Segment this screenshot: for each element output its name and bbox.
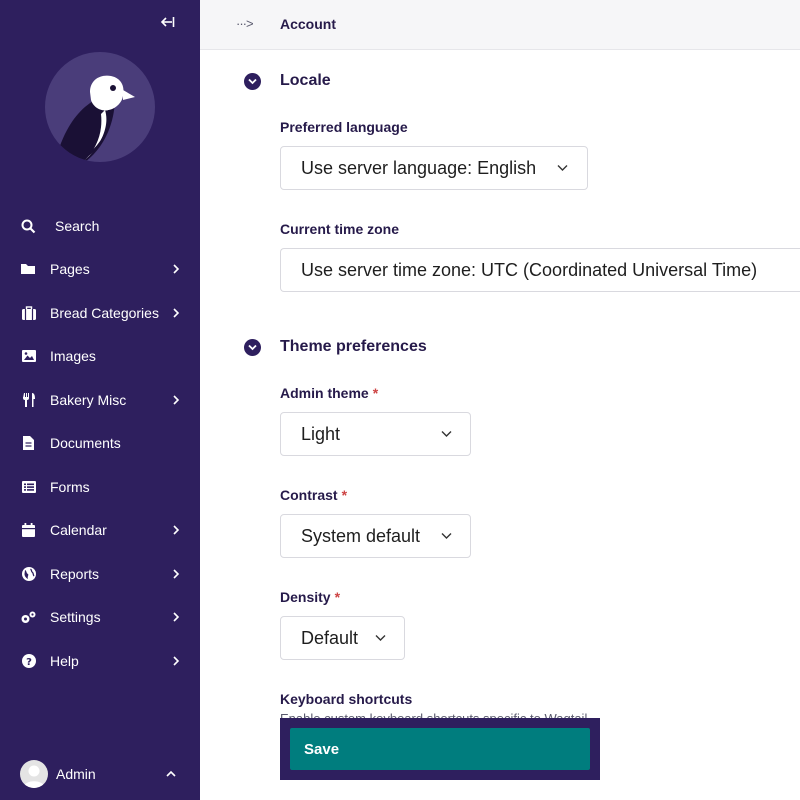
chevron-down-icon xyxy=(441,431,452,437)
folder-icon xyxy=(20,261,37,278)
help-icon: ? xyxy=(20,653,37,670)
list-icon xyxy=(20,479,37,496)
breadcrumb-toggle[interactable]: ···> xyxy=(236,16,254,31)
avatar xyxy=(20,760,48,788)
sidebar-item-label: Search xyxy=(55,218,100,234)
account-name: Admin xyxy=(56,766,96,782)
chevron-right-icon xyxy=(173,525,180,535)
admin-theme-select[interactable]: Light xyxy=(280,412,471,456)
sidebar-item-label: Images xyxy=(50,348,96,364)
theme-section-toggle[interactable] xyxy=(244,339,261,356)
chevron-up-icon xyxy=(166,770,176,777)
suitcase-icon xyxy=(20,305,37,322)
utensils-icon xyxy=(20,392,37,409)
chevron-right-icon xyxy=(173,612,180,622)
sidebar-item-label: Reports xyxy=(50,566,100,582)
chevron-right-icon xyxy=(173,264,180,274)
chevron-right-icon xyxy=(173,569,180,579)
sidebar-item-calendar[interactable]: Calendar xyxy=(0,510,200,550)
save-button[interactable]: Save xyxy=(290,728,590,770)
wagtail-bird-icon xyxy=(55,75,135,162)
time-zone-label: Current time zone xyxy=(280,221,400,237)
locale-section-title: Locale xyxy=(280,72,331,89)
chevron-down-icon xyxy=(441,533,452,539)
locale-section-toggle[interactable] xyxy=(244,73,261,90)
sidebar-item-label: Settings xyxy=(50,609,101,625)
select-value: System default xyxy=(301,526,421,546)
time-zone-select[interactable]: Use server time zone: UTC (Coordinated U… xyxy=(280,248,800,292)
chevron-right-icon xyxy=(173,656,180,666)
sidebar-item-bakery-misc[interactable]: Bakery Misc xyxy=(0,380,200,420)
keyboard-shortcuts-label: Keyboard shortcuts xyxy=(280,691,413,707)
select-value: Use server language: English xyxy=(301,158,537,178)
sidebar-item-help[interactable]: ? Help xyxy=(0,641,200,681)
sidebar-item-bread-categories[interactable]: Bread Categories xyxy=(0,293,200,333)
collapse-left-icon xyxy=(160,17,175,27)
wagtail-logo[interactable] xyxy=(45,52,155,162)
image-icon xyxy=(20,348,37,365)
admin-theme-label-text: Admin theme xyxy=(280,385,369,401)
sidebar-item-label: Bread Categories xyxy=(50,305,159,321)
select-value: Use server time zone: UTC (Coordinated U… xyxy=(301,260,758,280)
chevron-right-icon xyxy=(173,395,180,405)
sidebar-item-label: Calendar xyxy=(50,522,107,538)
chevron-down-icon xyxy=(557,165,568,171)
sidebar-item-forms[interactable]: Forms xyxy=(0,467,200,507)
required-asterisk: * xyxy=(372,385,379,401)
contrast-label-text: Contrast xyxy=(280,487,338,503)
cogs-icon xyxy=(20,609,37,626)
admin-theme-label: Admin theme * xyxy=(280,385,378,401)
svg-text:?: ? xyxy=(26,657,32,668)
sidebar-item-label: Documents xyxy=(50,435,121,451)
sidebar-item-reports[interactable]: Reports xyxy=(0,554,200,594)
calendar-icon xyxy=(20,522,37,539)
sidebar-item-documents[interactable]: Documents xyxy=(0,423,200,463)
required-asterisk: * xyxy=(334,589,341,605)
header: ···> Account xyxy=(200,0,800,50)
sidebar-item-search[interactable]: Search xyxy=(0,206,200,246)
preferred-language-label: Preferred language xyxy=(280,119,408,135)
sidebar-item-settings[interactable]: Settings xyxy=(0,597,200,637)
select-value: Light xyxy=(301,424,341,444)
globe-icon xyxy=(20,566,37,583)
sidebar-item-label: Help xyxy=(50,653,79,669)
sidebar-item-images[interactable]: Images xyxy=(0,336,200,376)
sidebar: Search Pages Bread Categories Images Bak… xyxy=(0,0,200,800)
chevron-down-icon xyxy=(248,344,257,351)
preferred-language-select[interactable]: Use server language: English xyxy=(280,146,588,190)
density-label: Density * xyxy=(280,589,340,605)
chevron-right-icon xyxy=(173,308,180,318)
contrast-select[interactable]: System default xyxy=(280,514,471,558)
required-asterisk: * xyxy=(341,487,348,503)
sidebar-item-label: Forms xyxy=(50,479,90,495)
breadcrumb-current: Account xyxy=(280,16,336,32)
document-icon xyxy=(20,435,37,452)
density-label-text: Density xyxy=(280,589,331,605)
chevron-down-icon xyxy=(248,78,257,85)
select-value: Default xyxy=(301,628,359,648)
contrast-label: Contrast * xyxy=(280,487,347,503)
collapse-sidebar-button[interactable] xyxy=(156,14,178,36)
search-icon xyxy=(20,218,37,235)
account-menu[interactable]: Admin xyxy=(0,752,200,796)
chevron-down-icon xyxy=(375,635,386,641)
sidebar-item-pages[interactable]: Pages xyxy=(0,249,200,289)
sidebar-item-label: Pages xyxy=(50,261,90,277)
density-select[interactable]: Default xyxy=(280,616,405,660)
sidebar-item-label: Bakery Misc xyxy=(50,392,127,408)
theme-section-title: Theme preferences xyxy=(280,338,427,355)
